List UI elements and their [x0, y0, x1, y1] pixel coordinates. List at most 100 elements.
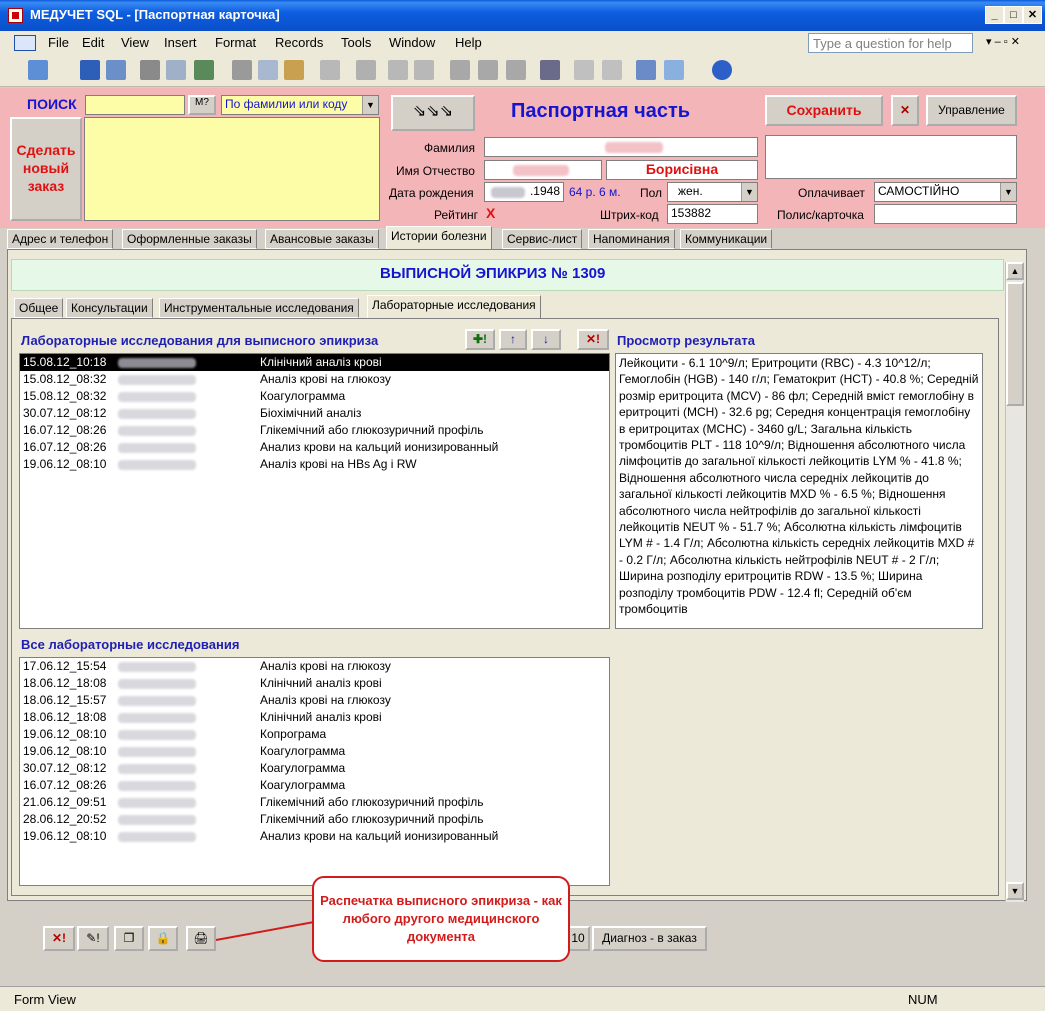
- list-item[interactable]: 18.06.12_18:08 Клінічний аналіз крові: [20, 709, 609, 726]
- menu-edit[interactable]: Edit: [82, 35, 104, 50]
- print-preview-icon[interactable]: [166, 60, 186, 80]
- dob-field[interactable]: .1948: [484, 182, 564, 202]
- list-item[interactable]: 17.06.12_15:54 Аналіз крові на глюкозу: [20, 658, 609, 675]
- list-item[interactable]: 15.08.12_10:18 Клінічний аналіз крові: [20, 354, 609, 371]
- menu-file[interactable]: File: [48, 35, 69, 50]
- chevron-down-icon[interactable]: ▼: [741, 183, 757, 201]
- scroll-thumb[interactable]: [1006, 282, 1024, 406]
- arrow-up-icon[interactable]: ↑: [499, 329, 527, 350]
- list-item[interactable]: 16.07.12_08:26 Коагулограмма: [20, 777, 609, 794]
- scroll-down-icon[interactable]: ▼: [1006, 882, 1024, 900]
- list-item[interactable]: 21.06.12_09:51 Глікемічний або глюкозурич…: [20, 794, 609, 811]
- new-order-button[interactable]: Сделать новый заказ: [10, 117, 82, 221]
- design-view-icon[interactable]: [28, 60, 48, 80]
- tab-communications[interactable]: Коммуникации: [680, 229, 773, 249]
- list-item[interactable]: 30.07.12_08:12 Біохімічний аналіз: [20, 405, 609, 422]
- tab-service-list[interactable]: Сервис-лист: [502, 229, 583, 249]
- remove-lab-icon[interactable]: ✕!: [577, 329, 609, 350]
- database-window-icon[interactable]: [636, 60, 656, 80]
- print-epicrisis-icon[interactable]: 🖨: [186, 926, 216, 951]
- search-input[interactable]: [85, 95, 185, 115]
- list-item[interactable]: 30.07.12_08:12 Коагулограмма: [20, 760, 609, 777]
- barcode-field[interactable]: 153882: [667, 204, 758, 224]
- menu-view[interactable]: View: [121, 35, 149, 50]
- surname-field[interactable]: [484, 137, 758, 157]
- sex-select[interactable]: жен. ▼: [667, 182, 758, 202]
- copy-epicrisis-icon[interactable]: ❐: [114, 926, 144, 951]
- search-results-list[interactable]: [84, 117, 380, 221]
- search-mode-select[interactable]: По фамилии или коду ▼: [221, 95, 379, 115]
- app-icon[interactable]: [8, 8, 23, 23]
- list-item[interactable]: 19.06.12_08:10 Коагулограмма: [20, 743, 609, 760]
- result-view[interactable]: Лейкоцити - 6.1 10^9/л; Еритроцити (RBC)…: [615, 353, 983, 629]
- minimize-button[interactable]: _: [985, 6, 1004, 24]
- file-search-icon[interactable]: [106, 60, 126, 80]
- delete-record-icon[interactable]: [602, 60, 622, 80]
- save-icon[interactable]: [80, 60, 100, 80]
- list-item[interactable]: 19.06.12_08:10 Аналіз крові на HBs Ag і R…: [20, 456, 609, 473]
- spelling-icon[interactable]: [194, 60, 214, 80]
- epicrisis-lab-list[interactable]: 15.08.12_10:18 Клінічний аналіз крові 15.…: [19, 353, 610, 629]
- copy-icon[interactable]: [258, 60, 278, 80]
- add-lab-icon[interactable]: ✚!: [465, 329, 495, 350]
- chevron-down-icon[interactable]: ▼: [362, 96, 378, 114]
- menu-insert[interactable]: Insert: [164, 35, 197, 50]
- maximize-button[interactable]: □: [1004, 6, 1023, 24]
- manage-button[interactable]: Управление: [926, 95, 1017, 126]
- subtab-consultations[interactable]: Консультации: [66, 298, 153, 318]
- scroll-up-icon[interactable]: ▲: [1006, 262, 1024, 280]
- menu-format[interactable]: Format: [215, 35, 256, 50]
- diagnosis-to-order-button[interactable]: Диагноз - в заказ: [592, 926, 707, 951]
- filter-by-form-icon[interactable]: [478, 60, 498, 80]
- undo-icon[interactable]: [320, 60, 340, 80]
- patronymic-field[interactable]: Борисівна: [606, 160, 758, 180]
- name-field[interactable]: [484, 160, 602, 180]
- list-item[interactable]: 19.06.12_08:10 Анализ крови на кальций ио…: [20, 828, 609, 845]
- menu-help[interactable]: Help: [455, 35, 482, 50]
- close-button[interactable]: ✕: [1023, 6, 1042, 24]
- sort-ascending-icon[interactable]: [388, 60, 408, 80]
- list-item[interactable]: 19.06.12_08:10 Копрограма: [20, 726, 609, 743]
- tab-histories[interactable]: Истории болезни: [386, 226, 492, 250]
- list-item[interactable]: 16.07.12_08:26 Глікемічний або глюкозурич…: [20, 422, 609, 439]
- menu-window[interactable]: Window: [389, 35, 435, 50]
- tab-address[interactable]: Адрес и телефон: [7, 229, 114, 249]
- tab-advance-orders[interactable]: Авансовые заказы: [265, 229, 379, 249]
- help-icon[interactable]: [712, 60, 732, 80]
- form-icon[interactable]: [14, 35, 36, 51]
- subtab-instrumental[interactable]: Инструментальные исследования: [159, 298, 359, 318]
- list-item[interactable]: 18.06.12_15:57 Аналіз крові на глюкозу: [20, 692, 609, 709]
- subtab-general[interactable]: Общее: [14, 298, 64, 318]
- list-item[interactable]: 18.06.12_18:08 Клінічний аналіз крові: [20, 675, 609, 692]
- find-icon[interactable]: [540, 60, 560, 80]
- edit-epicrisis-icon[interactable]: ✎!: [77, 926, 109, 951]
- main-scrollbar[interactable]: ▲ ▼: [1005, 262, 1024, 902]
- list-item[interactable]: 16.07.12_08:26 Анализ крови на кальций ио…: [20, 439, 609, 456]
- menu-records[interactable]: Records: [275, 35, 323, 50]
- tab-reminders[interactable]: Напоминания: [588, 229, 675, 249]
- subtab-laboratory[interactable]: Лабораторные исследования: [367, 295, 541, 319]
- menu-tools[interactable]: Tools: [341, 35, 371, 50]
- chevron-down-icon[interactable]: ▼: [1000, 183, 1016, 201]
- paste-icon[interactable]: [284, 60, 304, 80]
- all-lab-list[interactable]: 17.06.12_15:54 Аналіз крові на глюкозу 18…: [19, 657, 610, 886]
- list-item[interactable]: 15.08.12_08:32 Аналіз крові на глюкозу: [20, 371, 609, 388]
- list-item[interactable]: 15.08.12_08:32 Коагулограмма: [20, 388, 609, 405]
- sort-descending-icon[interactable]: [414, 60, 434, 80]
- policy-field[interactable]: [874, 204, 1017, 224]
- notes-field[interactable]: [765, 135, 1017, 179]
- delete-epicrisis-icon[interactable]: ✕!: [43, 926, 75, 951]
- cancel-icon[interactable]: ✕: [891, 95, 919, 126]
- new-object-icon[interactable]: [664, 60, 684, 80]
- apply-filter-icon[interactable]: [506, 60, 526, 80]
- help-search-input[interactable]: Type a question for help: [808, 33, 973, 53]
- cut-icon[interactable]: [232, 60, 252, 80]
- tab-orders[interactable]: Оформленные заказы: [122, 229, 257, 249]
- office-links-icon[interactable]: [356, 60, 376, 80]
- arrows-button[interactable]: ⇘⇘⇘: [391, 95, 475, 131]
- search-binoculars-button[interactable]: M?: [188, 95, 216, 115]
- print-icon[interactable]: [140, 60, 160, 80]
- lock-icon[interactable]: 🔒: [148, 926, 178, 951]
- save-button[interactable]: Сохранить: [765, 95, 883, 126]
- payer-select[interactable]: САМОСТІЙНО ▼: [874, 182, 1017, 202]
